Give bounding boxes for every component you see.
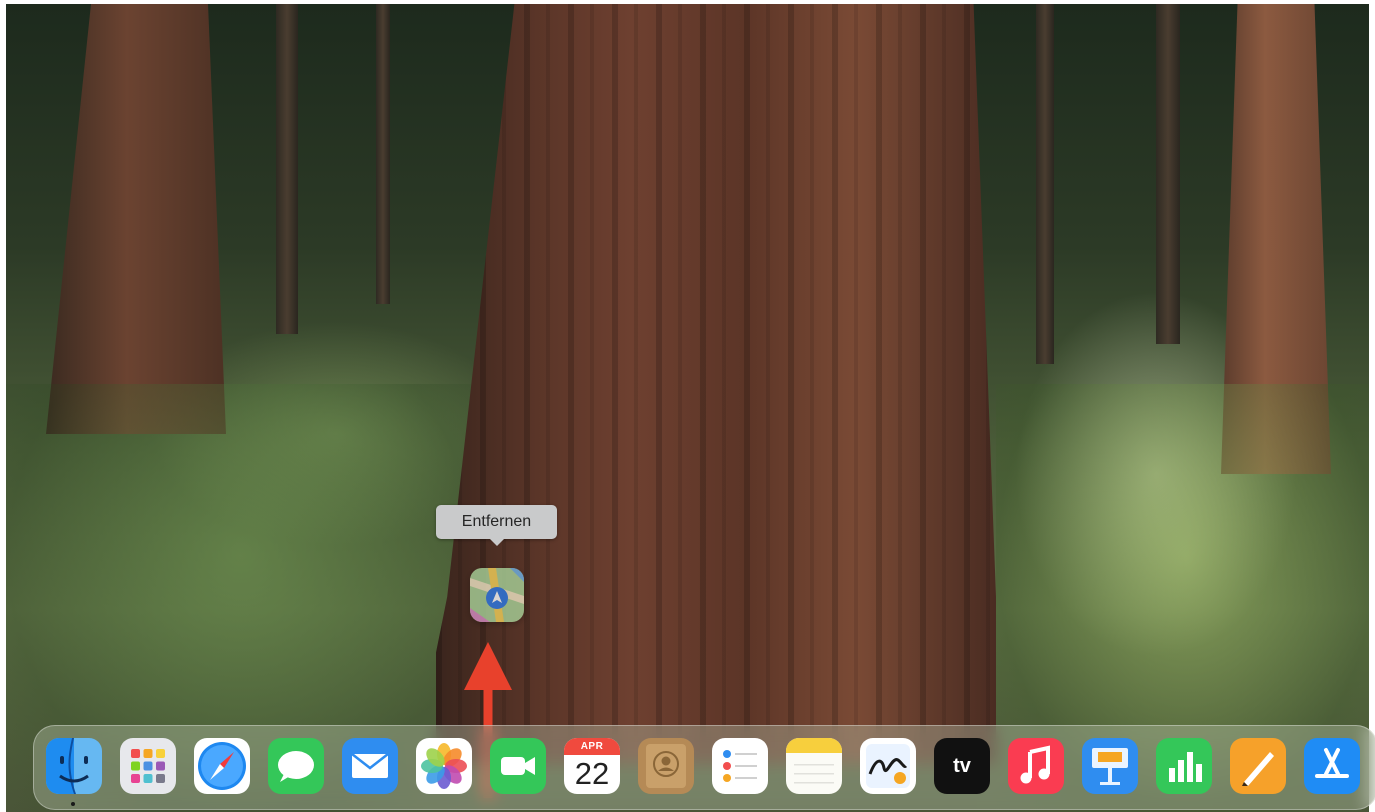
calendar-day: 22: [574, 756, 610, 791]
music-icon[interactable]: [1008, 738, 1064, 794]
wallpaper-tree-thin: [1156, 4, 1180, 344]
mail-icon[interactable]: [342, 738, 398, 794]
keynote-icon[interactable]: [1082, 738, 1138, 794]
wallpaper-tree-thin: [1036, 4, 1054, 364]
pages-icon[interactable]: [1230, 738, 1286, 794]
freeform-icon[interactable]: [860, 738, 916, 794]
calendar-icon[interactable]: APR 22: [564, 738, 620, 794]
wallpaper-tree-thin: [276, 4, 298, 334]
finder-icon[interactable]: [46, 738, 102, 794]
wallpaper-tree-main: [436, 4, 996, 764]
remove-tooltip: Entfernen: [436, 505, 557, 546]
launchpad-icon[interactable]: [120, 738, 176, 794]
messages-icon[interactable]: [268, 738, 324, 794]
safari-icon[interactable]: [194, 738, 250, 794]
wallpaper-tree-left: [46, 4, 226, 434]
wallpaper-tree-thin: [376, 4, 390, 304]
reminders-icon[interactable]: [712, 738, 768, 794]
notes-icon[interactable]: [786, 738, 842, 794]
appletv-label: tv: [953, 755, 971, 777]
desktop-wallpaper: [6, 4, 1369, 812]
numbers-icon[interactable]: [1156, 738, 1212, 794]
photos-icon[interactable]: [416, 738, 472, 794]
facetime-icon[interactable]: [490, 738, 546, 794]
contacts-icon[interactable]: [638, 738, 694, 794]
appletv-icon[interactable]: tv: [934, 738, 990, 794]
maps-icon[interactable]: [470, 568, 524, 622]
finder-running-indicator: [71, 802, 75, 806]
appstore-icon[interactable]: [1304, 738, 1360, 794]
